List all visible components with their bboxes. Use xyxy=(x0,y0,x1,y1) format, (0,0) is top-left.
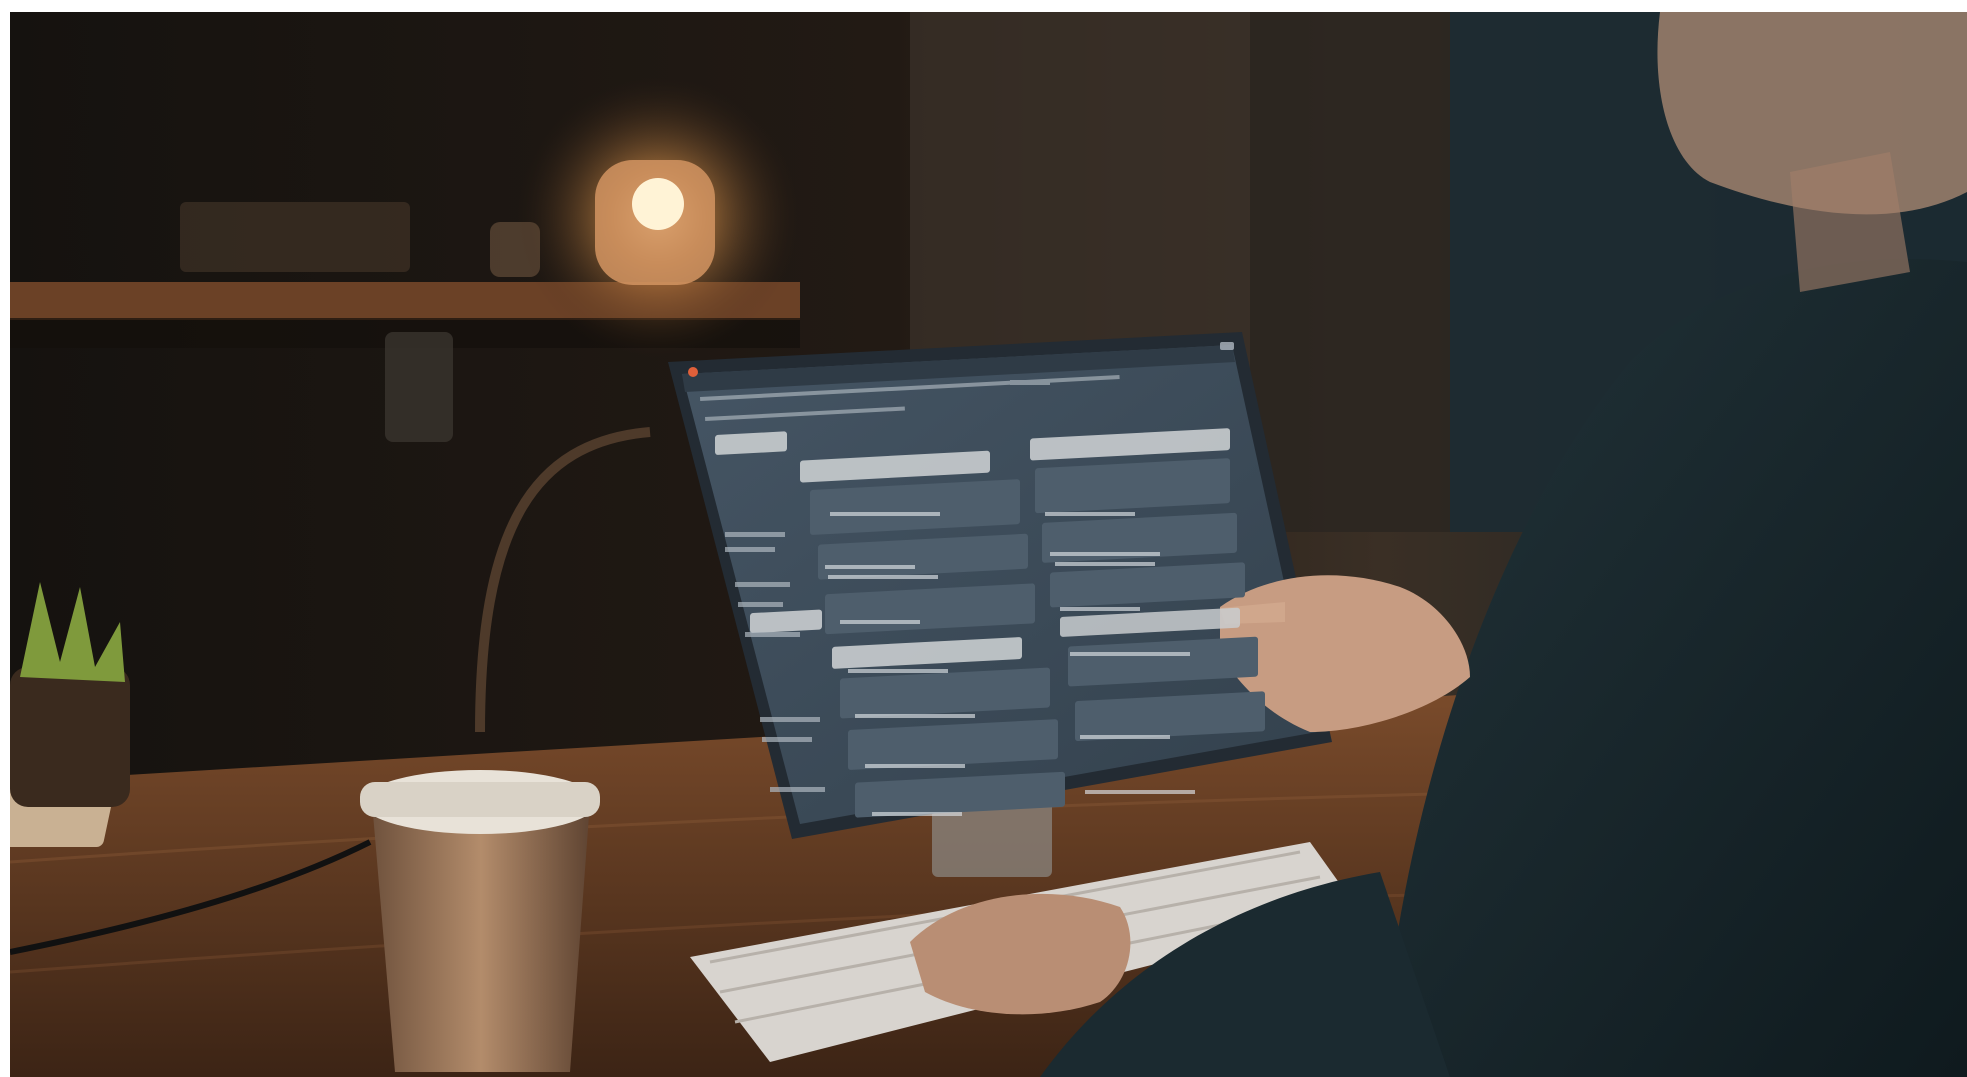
plant-pot xyxy=(10,667,130,807)
cup-lid-rim xyxy=(360,782,600,817)
wall-outlet xyxy=(385,332,453,442)
photo-svg xyxy=(10,12,1967,1077)
photo-scene xyxy=(10,12,1967,1077)
books xyxy=(180,202,410,272)
close-icon xyxy=(688,367,698,377)
lamp-bulb xyxy=(632,178,684,230)
door-panel-dark xyxy=(1250,12,1450,532)
person-neck xyxy=(1790,152,1910,292)
coffee-cup xyxy=(372,802,590,1072)
